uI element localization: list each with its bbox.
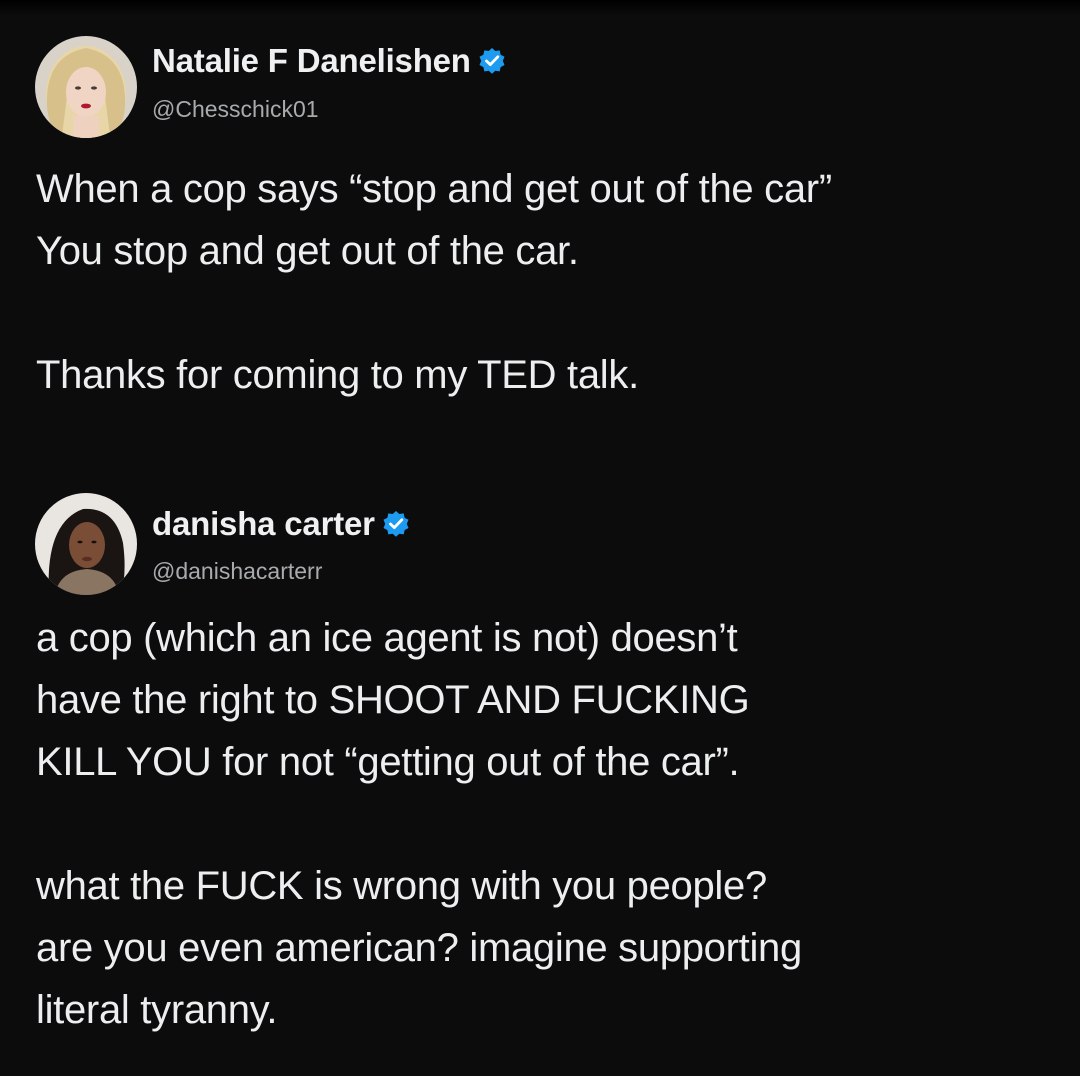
tweet-paragraph: When a cop says “stop and get out of the…	[36, 158, 832, 282]
tweet-line: a cop (which an ice agent is not) doesn’…	[36, 616, 738, 660]
tweet-line: are you even american? imagine supportin…	[36, 926, 802, 970]
tweet-line: what the FUCK is wrong with you people?	[36, 864, 767, 908]
tweet-card: danisha carter @danishacarterr a cop (wh…	[0, 487, 1080, 1032]
tweet-paragraph: a cop (which an ice agent is not) doesn’…	[36, 607, 802, 793]
tweet-line: Thanks for coming to my TED talk.	[36, 353, 639, 397]
tweet-header: danisha carter @danishacarterr	[0, 487, 1080, 599]
tweet-line: When a cop says “stop and get out of the…	[36, 167, 832, 211]
tweet-header: Natalie F Danelishen @Chesschick01	[0, 30, 1080, 142]
verified-badge-icon	[381, 509, 411, 539]
tweet-card: Natalie F Danelishen @Chesschick01 When …	[0, 30, 1080, 397]
handle[interactable]: @Chesschick01	[152, 96, 319, 123]
avatar[interactable]	[35, 493, 137, 595]
tweet-text: a cop (which an ice agent is not) doesn’…	[36, 607, 802, 1041]
name-row: danisha carter	[152, 505, 411, 543]
tweet-paragraph: Thanks for coming to my TED talk.	[36, 344, 832, 406]
name-row: Natalie F Danelishen	[152, 42, 507, 80]
tweet-line: have the right to SHOOT AND FUCKING	[36, 678, 750, 722]
tweet-text: When a cop says “stop and get out of the…	[36, 158, 832, 406]
tweet-line: literal tyranny.	[36, 988, 278, 1032]
tweet-paragraph: what the FUCK is wrong with you people? …	[36, 855, 802, 1041]
tweet-line: KILL YOU for not “getting out of the car…	[36, 740, 740, 784]
display-name[interactable]: danisha carter	[152, 505, 375, 543]
verified-badge-icon	[477, 46, 507, 76]
top-edge	[0, 0, 1080, 16]
tweet-line: You stop and get out of the car.	[36, 229, 579, 273]
display-name[interactable]: Natalie F Danelishen	[152, 42, 471, 80]
handle[interactable]: @danishacarterr	[152, 558, 322, 585]
avatar[interactable]	[35, 36, 137, 138]
